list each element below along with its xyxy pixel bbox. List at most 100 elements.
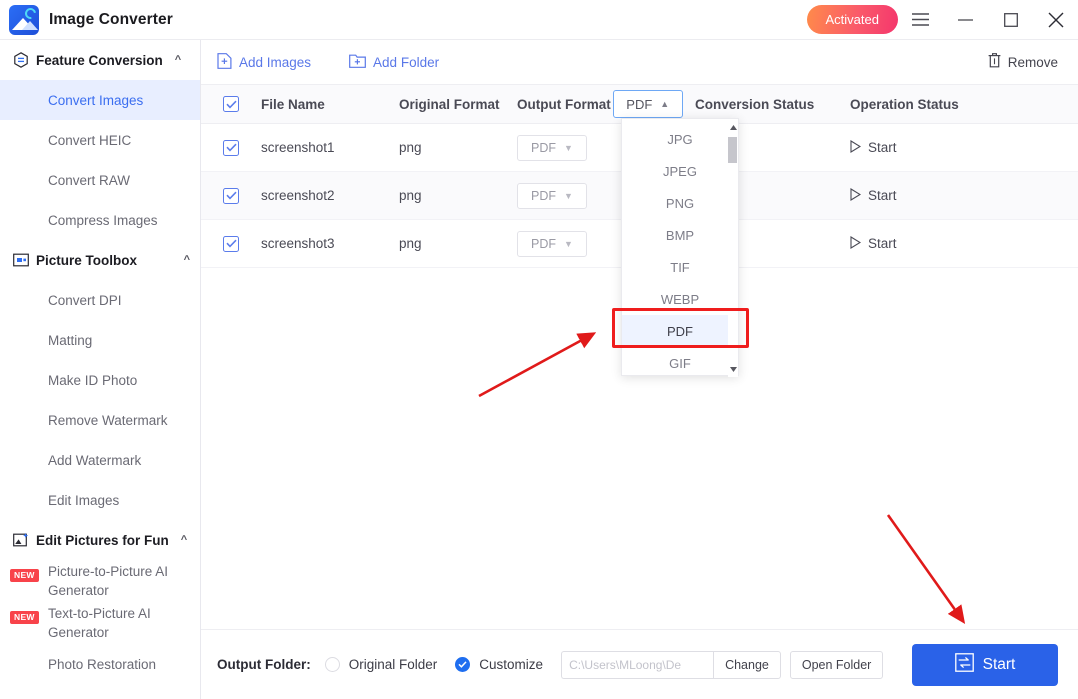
row-format-select[interactable]: PDF ▼ xyxy=(517,230,587,257)
caret-down-icon[interactable] xyxy=(729,365,737,373)
image-converter-logo xyxy=(9,4,39,35)
dropdown-option-bmp[interactable]: BMP xyxy=(622,219,738,251)
row-format-value: PDF xyxy=(531,236,557,251)
original-folder-label[interactable]: Original Folder xyxy=(349,657,438,672)
sidebar-item-label: Convert HEIC xyxy=(48,132,132,148)
dropdown-option-jpeg[interactable]: JPEG xyxy=(622,155,738,187)
sidebar-item-convert-images[interactable]: Convert Images xyxy=(0,80,200,120)
app-title: Image Converter xyxy=(49,10,173,28)
close-icon[interactable] xyxy=(1033,0,1078,40)
cell-file-name: screenshot2 xyxy=(261,188,335,203)
output-settings-bar: Output Folder: Original Folder Customize… xyxy=(201,629,1078,699)
output-folder-label: Output Folder: xyxy=(217,657,311,672)
dropdown-option-png[interactable]: PNG xyxy=(622,187,738,219)
format-dropdown[interactable]: JPG JPEG PNG BMP TIF WEBP PDF GIF xyxy=(621,118,739,379)
dropdown-option-tif[interactable]: TIF xyxy=(622,251,738,283)
column-header-output-format: Output Format PDF ▲ xyxy=(517,90,695,118)
maximize-icon[interactable] xyxy=(988,0,1033,40)
sidebar-item-edit-images[interactable]: Edit Images xyxy=(0,480,200,520)
title-bar: Image Converter Activated xyxy=(0,0,1078,40)
sidebar-section-feature-conversion[interactable]: Feature Conversion ^ xyxy=(0,40,200,80)
convert-arrows-icon xyxy=(954,652,974,677)
sidebar-item-add-watermark[interactable]: Add Watermark xyxy=(0,440,200,480)
sidebar-section-picture-toolbox[interactable]: Picture Toolbox ^ xyxy=(0,240,200,280)
start-conversion-button[interactable]: Start xyxy=(912,643,1058,686)
row-start-button[interactable]: Start xyxy=(850,235,1000,252)
sidebar-item-add-special-effects[interactable]: Add Special Effects xyxy=(0,684,200,699)
sidebar-item-label: Text-to-Picture AI Generator xyxy=(48,606,151,640)
column-header-file-name: File Name xyxy=(261,96,325,112)
row-start-button[interactable]: Start xyxy=(850,187,1000,204)
cell-original-format: png xyxy=(399,236,422,251)
hamburger-menu-icon[interactable] xyxy=(898,0,943,40)
dropdown-option-webp[interactable]: WEBP xyxy=(622,283,738,315)
chevron-up-icon: ▲ xyxy=(660,99,670,109)
open-folder-button[interactable]: Open Folder xyxy=(789,650,884,679)
remove-button[interactable]: Remove xyxy=(988,53,1058,71)
chevron-down-icon: ▼ xyxy=(564,190,573,201)
dropdown-option-gif[interactable]: GIF xyxy=(622,347,738,379)
global-format-select[interactable]: PDF ▲ xyxy=(612,90,683,118)
section-title: Edit Pictures for Fun xyxy=(36,532,169,548)
sidebar-item-matting[interactable]: Matting xyxy=(0,320,200,360)
cell-original-format: png xyxy=(399,188,422,203)
dropdown-scrollbar[interactable] xyxy=(728,119,738,377)
checkbox-checked-icon[interactable] xyxy=(223,235,239,252)
sidebar-item-photo-restoration[interactable]: Photo Restoration xyxy=(0,644,200,684)
radio-original-folder[interactable] xyxy=(324,657,340,672)
chevron-down-icon: ▼ xyxy=(564,238,573,249)
checkbox-checked-icon[interactable] xyxy=(223,187,239,204)
activated-button[interactable]: Activated xyxy=(806,5,898,34)
row-format-value: PDF xyxy=(531,188,557,203)
customize-label[interactable]: Customize xyxy=(479,657,543,672)
sidebar-item-text-to-picture-ai-generator[interactable]: NEW Text-to-Picture AI Generator xyxy=(0,602,200,644)
sidebar-item-label: Add Watermark xyxy=(48,452,142,468)
row-start-button[interactable]: Start xyxy=(850,139,1000,156)
column-header-conversion-status: Conversion Status xyxy=(695,96,815,112)
sidebar-item-remove-watermark[interactable]: Remove Watermark xyxy=(0,400,200,440)
sidebar-item-label: Photo Restoration xyxy=(48,656,157,672)
output-path-input[interactable] xyxy=(561,650,714,679)
row-format-select[interactable]: PDF ▼ xyxy=(517,182,587,209)
sidebar-item-label: Make ID Photo xyxy=(48,372,138,388)
row-format-value: PDF xyxy=(531,140,557,155)
sidebar-item-convert-heic[interactable]: Convert HEIC xyxy=(0,120,200,160)
change-folder-button[interactable]: Change xyxy=(713,650,781,679)
select-all-cell xyxy=(201,96,261,112)
row-start-label: Start xyxy=(868,140,897,155)
chevron-up-icon: ^ xyxy=(174,53,182,66)
add-folder-icon xyxy=(349,53,366,71)
sidebar-section-edit-pictures-for-fun[interactable]: Edit Pictures for Fun ^ xyxy=(0,520,200,560)
new-badge: NEW xyxy=(10,569,39,582)
checkbox-checked-icon[interactable] xyxy=(223,139,239,156)
cell-operation-status: Start xyxy=(850,139,1000,156)
sidebar-item-convert-dpi[interactable]: Convert DPI xyxy=(0,280,200,320)
sidebar-item-compress-images[interactable]: Compress Images xyxy=(0,200,200,240)
sidebar-item-label: Edit Images xyxy=(48,492,120,508)
sidebar-item-make-id-photo[interactable]: Make ID Photo xyxy=(0,360,200,400)
sidebar-item-label: Add Special Effects xyxy=(48,695,165,699)
sidebar-item-label: Convert DPI xyxy=(48,292,122,308)
row-select-cell xyxy=(201,139,261,156)
main-panel: Add Images Add Folder Remove File Name O… xyxy=(201,40,1078,699)
toolbox-icon xyxy=(12,252,29,269)
caret-up-icon[interactable] xyxy=(729,123,737,131)
add-file-icon xyxy=(217,52,232,72)
add-images-label: Add Images xyxy=(239,54,312,70)
add-folder-button[interactable]: Add Folder xyxy=(349,53,439,71)
add-images-button[interactable]: Add Images xyxy=(217,52,312,72)
row-format-select[interactable]: PDF ▼ xyxy=(517,134,587,161)
sidebar-item-convert-raw[interactable]: Convert RAW xyxy=(0,160,200,200)
radio-customize[interactable] xyxy=(455,657,471,672)
checkbox-checked-icon[interactable] xyxy=(223,96,239,112)
sidebar-item-label: Picture-to-Picture AI Generator xyxy=(48,564,169,598)
trash-icon xyxy=(988,53,1001,71)
column-header-output-format-label: Output Format xyxy=(517,96,611,112)
minimize-icon[interactable] xyxy=(943,0,988,40)
sidebar-item-label: Convert Images xyxy=(48,92,144,108)
dropdown-option-pdf[interactable]: PDF xyxy=(622,315,738,347)
dropdown-option-jpg[interactable]: JPG xyxy=(622,123,738,155)
sidebar-item-label: Remove Watermark xyxy=(48,412,168,428)
sidebar-item-picture-to-picture-ai-generator[interactable]: NEW Picture-to-Picture AI Generator xyxy=(0,560,200,602)
scrollbar-thumb[interactable] xyxy=(728,137,737,163)
